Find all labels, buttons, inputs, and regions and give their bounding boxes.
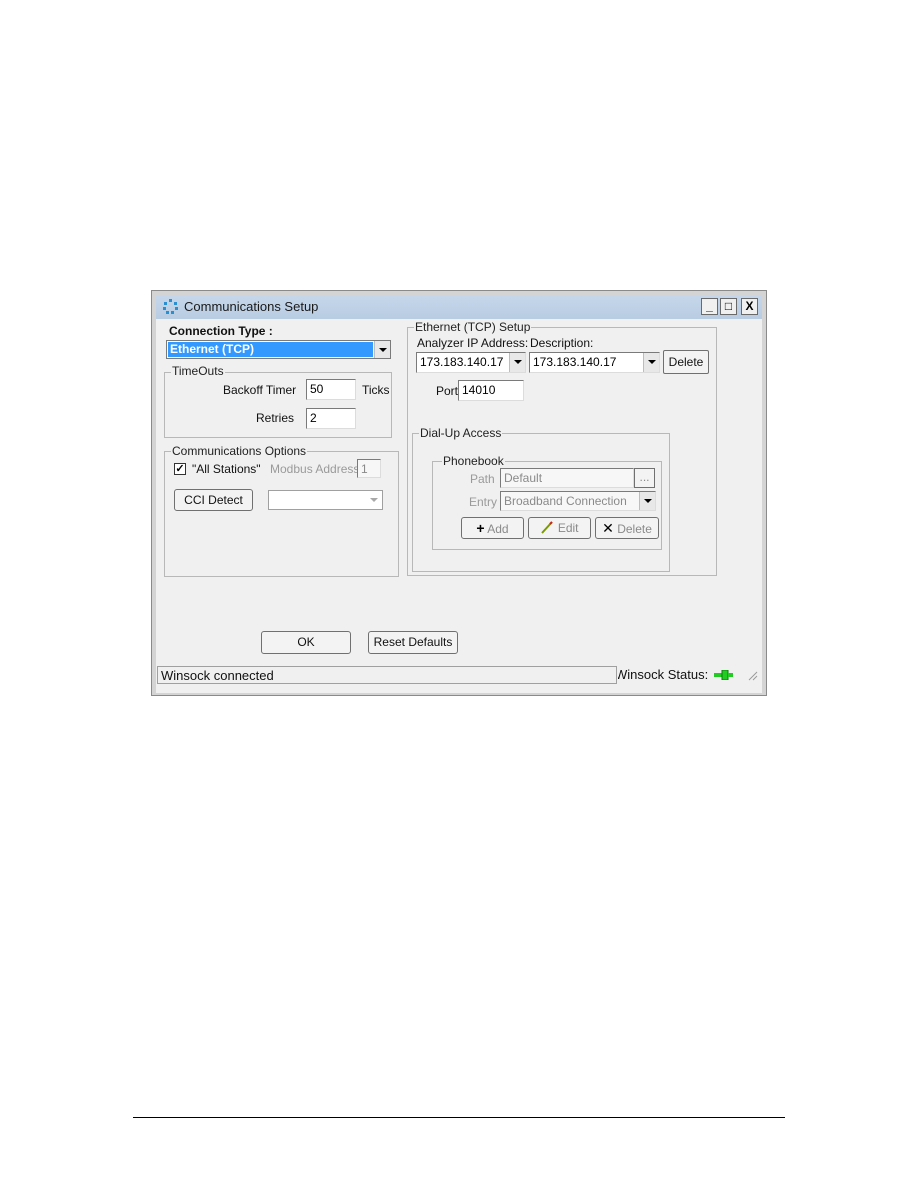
edit-entry-button[interactable]: Edit: [528, 517, 591, 539]
resize-grip-icon[interactable]: [746, 669, 758, 681]
chevron-down-icon[interactable]: [639, 492, 655, 510]
status-bar: Winsock connected Winsock Status:: [156, 665, 762, 685]
reset-defaults-button[interactable]: Reset Defaults: [368, 631, 458, 654]
chevron-down-icon[interactable]: [643, 353, 659, 372]
entry-label: Entry: [469, 495, 498, 509]
add-entry-button[interactable]: + Add: [461, 517, 524, 539]
app-icon: [163, 299, 178, 314]
timeouts-group: [164, 372, 392, 438]
ticks-label: Ticks: [362, 383, 390, 397]
connection-type-label: Connection Type :: [169, 324, 273, 338]
entry-value: Broadband Connection: [504, 494, 627, 508]
edit-label: Edit: [557, 521, 579, 535]
delete-label: Delete: [617, 522, 652, 536]
communications-setup-window: Communications Setup _ □ X Connection Ty…: [151, 290, 767, 696]
chevron-down-icon[interactable]: [366, 491, 382, 509]
window-title: Communications Setup: [184, 299, 319, 314]
communications-options-title: Communications Options: [171, 444, 308, 458]
modbus-address-input[interactable]: 1: [357, 459, 381, 478]
description-combo[interactable]: 173.183.140.17: [529, 352, 660, 373]
path-label: Path: [470, 472, 495, 486]
ok-button[interactable]: OK: [261, 631, 351, 654]
dialog-client-area: Connection Type : Ethernet (TCP) TimeOut…: [156, 319, 762, 693]
phonebook-title: Phonebook: [442, 454, 505, 468]
pencil-icon: [541, 521, 554, 534]
port-label: Port: [436, 384, 459, 398]
analyzer-ip-value: 173.183.140.17: [420, 355, 504, 369]
winsock-status-pane: Winsock Status:: [618, 666, 733, 684]
connection-plug-icon: [714, 670, 733, 680]
close-button[interactable]: X: [741, 298, 758, 315]
description-value: 173.183.140.17: [533, 355, 617, 369]
status-message-pane: Winsock connected: [157, 666, 617, 684]
delete-entry-button[interactable]: ✕ Delete: [595, 517, 659, 539]
connection-type-select[interactable]: Ethernet (TCP): [166, 340, 391, 359]
retries-label: Retries: [256, 411, 295, 425]
minimize-button[interactable]: _: [701, 298, 718, 315]
chevron-down-icon[interactable]: [509, 353, 525, 372]
x-icon: ✕: [602, 520, 614, 536]
path-input[interactable]: Default: [500, 468, 634, 488]
entry-combo[interactable]: Broadband Connection: [500, 491, 656, 511]
chevron-down-icon[interactable]: [374, 341, 390, 358]
dial-up-access-title: Dial-Up Access: [419, 426, 503, 440]
analyzer-ip-combo[interactable]: 173.183.140.17: [416, 352, 526, 373]
title-bar[interactable]: Communications Setup _ □ X: [156, 295, 762, 319]
status-message: Winsock connected: [161, 668, 274, 683]
backoff-timer-input[interactable]: 50: [306, 379, 356, 400]
page-footer-rule: [133, 1117, 785, 1118]
all-stations-label: "All Stations": [192, 462, 261, 476]
backoff-timer-label: Backoff Timer: [223, 383, 297, 397]
cci-detect-button[interactable]: CCI Detect: [174, 489, 253, 511]
timeouts-title: TimeOuts: [171, 364, 225, 378]
browse-path-button[interactable]: ...: [634, 468, 655, 488]
description-label: Description:: [530, 336, 594, 350]
cci-select[interactable]: [268, 490, 383, 510]
analyzer-ip-label: Analyzer IP Address:: [417, 336, 529, 350]
ethernet-setup-title: Ethernet (TCP) Setup: [414, 320, 532, 334]
all-stations-checkbox[interactable]: ✓: [174, 463, 186, 475]
retries-input[interactable]: 2: [306, 408, 356, 429]
maximize-button[interactable]: □: [720, 298, 737, 315]
add-label: Add: [487, 522, 509, 536]
plus-icon: +: [476, 520, 485, 536]
port-input[interactable]: 14010: [458, 380, 524, 401]
delete-ip-button[interactable]: Delete: [663, 350, 709, 374]
winsock-status-label: Winsock Status:: [618, 667, 709, 682]
modbus-address-label: Modbus Address: [270, 462, 360, 476]
connection-type-value: Ethernet (TCP): [168, 342, 373, 357]
